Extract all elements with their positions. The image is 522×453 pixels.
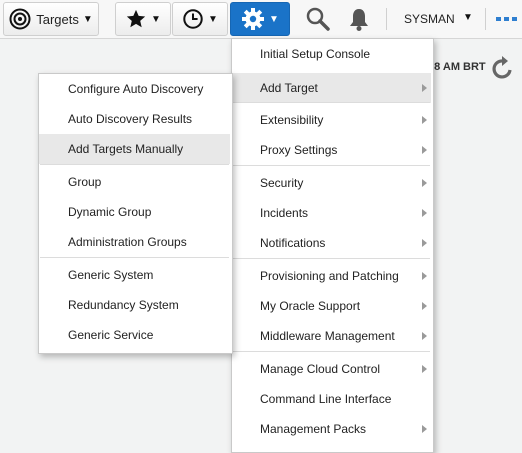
setup-menu-item-middleware-management[interactable]: Middleware Management (232, 321, 431, 351)
chevron-down-icon: ▼ (151, 13, 161, 25)
star-icon (126, 9, 146, 28)
chevron-right-icon (422, 209, 427, 217)
menu-item-label: Generic System (68, 268, 154, 282)
setup-menu-item-management-packs[interactable]: Management Packs (232, 414, 431, 444)
add-target-item-auto-discovery-results[interactable]: Auto Discovery Results (39, 104, 230, 134)
chevron-right-icon (422, 146, 427, 154)
add-target-item-redundancy-system[interactable]: Redundancy System (39, 290, 230, 320)
menu-item-label: Extensibility (260, 113, 324, 127)
chevron-right-icon (422, 84, 427, 92)
menu-item-label: Generic Service (68, 328, 154, 342)
menu-divider (233, 258, 430, 259)
menu-item-label: Security (260, 176, 304, 190)
setup-menu-item-notifications[interactable]: Notifications (232, 228, 431, 258)
add-target-item-administration-groups[interactable]: Administration Groups (39, 227, 230, 257)
bell-icon[interactable] (346, 6, 372, 32)
add-target-submenu: Configure Auto Discovery Auto Discovery R… (38, 73, 233, 354)
menu-item-label: Command Line Interface (260, 392, 392, 406)
chevron-right-icon (422, 239, 427, 247)
setup-menu-item-add-target[interactable]: Add Target (232, 73, 431, 103)
menu-divider (233, 102, 430, 103)
chevron-down-icon: ▼ (269, 13, 279, 25)
add-target-item-generic-system[interactable]: Generic System (39, 260, 230, 290)
setup-menu-item-extensibility[interactable]: Extensibility (232, 105, 431, 135)
menu-item-label: Add Targets Manually (68, 142, 184, 156)
menu-item-label: Group (68, 175, 102, 189)
menu-item-label: Administration Groups (68, 235, 187, 249)
menu-divider (40, 257, 229, 258)
menu-item-label: Manage Cloud Control (260, 362, 381, 376)
menu-divider (233, 351, 430, 352)
setup-menu-item-proxy-settings[interactable]: Proxy Settings (232, 135, 431, 165)
menu-divider (40, 164, 229, 165)
setup-menu-item-security[interactable]: Security (232, 168, 431, 198)
menu-item-label: My Oracle Support (260, 299, 361, 313)
add-target-item-dynamic-group[interactable]: Dynamic Group (39, 197, 230, 227)
chevron-right-icon (422, 302, 427, 310)
chevron-down-icon[interactable]: ▼ (463, 12, 473, 23)
last-refresh-time: 28 AM BRT (428, 61, 486, 73)
menu-item-label: Proxy Settings (260, 143, 338, 157)
menu-item-label: Initial Setup Console (260, 47, 371, 61)
favorites-menu-button[interactable]: ▼ (115, 2, 171, 36)
history-menu-button[interactable]: ▼ (172, 2, 228, 36)
add-target-item-add-targets-manually[interactable]: Add Targets Manually (39, 134, 230, 164)
setup-menu-button[interactable]: ▼ (230, 2, 290, 36)
chevron-down-icon: ▼ (82, 13, 93, 25)
targets-menu-label: Targets (36, 11, 79, 27)
menu-item-label: Middleware Management (260, 329, 395, 343)
targets-menu-button[interactable]: Targets ▼ (3, 2, 99, 36)
setup-menu-item-initial-setup-console[interactable]: Initial Setup Console (232, 39, 431, 69)
setup-menu-item-my-oracle-support[interactable]: My Oracle Support (232, 291, 431, 321)
setup-menu-item-manage-cloud-control[interactable]: Manage Cloud Control (232, 354, 431, 384)
chevron-right-icon (422, 272, 427, 280)
chevron-down-icon: ▼ (208, 13, 218, 25)
target-icon (9, 8, 31, 30)
chevron-right-icon (422, 425, 427, 433)
menu-item-label: Provisioning and Patching (260, 269, 399, 283)
menu-item-label: Management Packs (260, 422, 367, 436)
menu-item-label: Dynamic Group (68, 205, 152, 219)
add-target-item-generic-service[interactable]: Generic Service (39, 320, 230, 350)
menu-item-label: Notifications (260, 236, 326, 250)
chevron-right-icon (422, 179, 427, 187)
menu-item-label: Incidents (260, 206, 309, 220)
global-toolbar: Targets ▼ ▼ ▼ ▼ SYSMAN ▼ (0, 0, 522, 39)
clock-icon (183, 9, 203, 29)
menu-item-label: Auto Discovery Results (68, 112, 193, 126)
toolbar-divider (386, 8, 387, 30)
chevron-right-icon (422, 365, 427, 373)
search-icon[interactable] (305, 6, 331, 32)
menu-divider (233, 165, 430, 166)
menu-item-label: Redundancy System (68, 298, 179, 312)
gear-icon (242, 8, 265, 30)
menu-item-label: Configure Auto Discovery (68, 82, 204, 96)
setup-menu-item-command-line-interface[interactable]: Command Line Interface (232, 384, 431, 414)
setup-menu-item-provisioning-and-patching[interactable]: Provisioning and Patching (232, 261, 431, 291)
chevron-right-icon (422, 116, 427, 124)
user-menu-label[interactable]: SYSMAN (404, 12, 455, 26)
add-target-item-configure-auto-discovery[interactable]: Configure Auto Discovery (39, 74, 230, 104)
menu-item-label: Add Target (260, 81, 318, 95)
refresh-icon[interactable] (490, 55, 516, 81)
setup-menu: Initial Setup Console Add Target Extensibi… (231, 38, 434, 453)
add-target-item-group[interactable]: Group (39, 167, 230, 197)
more-icon[interactable] (496, 16, 518, 22)
setup-menu-item-incidents[interactable]: Incidents (232, 198, 431, 228)
chevron-right-icon (422, 332, 427, 340)
toolbar-divider (485, 8, 486, 30)
